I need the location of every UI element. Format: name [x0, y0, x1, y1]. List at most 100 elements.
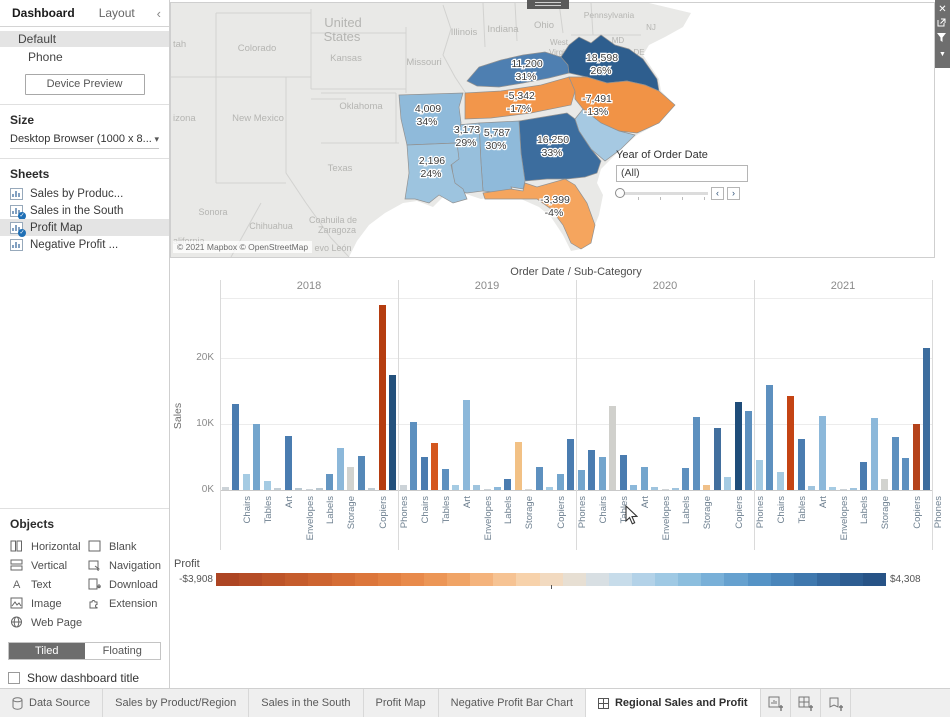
bar-2020-chairs[interactable] — [588, 450, 595, 490]
bar-2021-bookcases[interactable] — [756, 460, 763, 490]
object-item-text[interactable]: AText — [10, 575, 88, 594]
bar-2019-bookcases[interactable] — [400, 485, 407, 490]
tiled-button[interactable]: Tiled — [9, 643, 85, 659]
size-dropdown[interactable]: Desktop Browser (1000 x 8... ▾ — [10, 133, 159, 149]
bar-2021-fasteners[interactable] — [840, 489, 847, 490]
bar-2019-appliances[interactable] — [442, 469, 449, 490]
tab-layout[interactable]: Layout — [87, 6, 147, 20]
bar-2018-machines[interactable] — [379, 305, 386, 490]
bar-2019-tables[interactable] — [431, 443, 438, 490]
new-worksheet-button[interactable] — [761, 689, 791, 717]
object-item-vertical[interactable]: Vertical — [10, 556, 88, 575]
bar-2018-binders[interactable] — [285, 436, 292, 490]
close-icon[interactable]: ✕ — [937, 3, 948, 16]
sheet-item[interactable]: Sales by Produc... — [0, 185, 169, 202]
bar-2019-binders[interactable] — [463, 400, 470, 490]
bar-2018-bookcases[interactable] — [222, 487, 229, 490]
bar-2019-furnishings[interactable] — [421, 457, 428, 490]
bar-2021-phones[interactable] — [923, 348, 930, 490]
bar-2020-accessories[interactable] — [714, 428, 721, 490]
bar-2018-appliances[interactable] — [264, 481, 271, 490]
show-dashboard-title-checkbox[interactable] — [8, 672, 20, 684]
bar-2019-phones[interactable] — [567, 439, 574, 490]
workbook-tab[interactable]: Sales by Product/Region — [103, 689, 249, 717]
bar-2021-accessories[interactable] — [892, 437, 899, 490]
bar-2020-tables[interactable] — [609, 406, 616, 490]
bar-2021-machines[interactable] — [913, 424, 920, 490]
bar-2018-supplies[interactable] — [347, 467, 354, 490]
bar-2021-tables[interactable] — [787, 396, 794, 490]
bar-2019-fasteners[interactable] — [484, 489, 491, 490]
bar-2020-phones[interactable] — [745, 411, 752, 490]
bar-2021-furnishings[interactable] — [777, 472, 784, 490]
device-default-item[interactable]: Default — [0, 31, 169, 47]
bar-2019-envelopes[interactable] — [473, 485, 480, 490]
workbook-tab[interactable]: Data Source — [0, 689, 103, 717]
bar-2021-storage[interactable] — [871, 418, 878, 490]
workbook-tab[interactable]: Profit Map — [364, 689, 439, 717]
legend-gradient-bar[interactable] — [216, 573, 886, 586]
bar-2018-copiers[interactable] — [368, 488, 375, 490]
bar-2020-copiers[interactable] — [724, 477, 731, 490]
profit-color-legend[interactable]: Profit -$3,908 $4,308 — [174, 558, 944, 586]
bar-2018-envelopes[interactable] — [295, 488, 302, 490]
bar-2019-accessories[interactable] — [536, 467, 543, 490]
bar-2018-paper[interactable] — [326, 474, 333, 490]
bar-2018-fasteners[interactable] — [306, 489, 313, 490]
bar-2021-art[interactable] — [808, 486, 815, 490]
use-as-filter-icon[interactable] — [937, 33, 948, 46]
sheet-item[interactable]: Negative Profit ... — [0, 236, 169, 253]
bar-2018-phones[interactable] — [389, 375, 396, 490]
sales-bar-chart[interactable]: Order Date / Sub-Category Sales 0K10K20K… — [170, 262, 950, 558]
device-phone-item[interactable]: Phone — [0, 49, 169, 65]
bar-2018-accessories[interactable] — [358, 456, 365, 490]
workbook-tab[interactable]: Regional Sales and Profit — [586, 689, 761, 717]
bar-2020-binders[interactable] — [641, 467, 648, 490]
bar-2020-appliances[interactable] — [620, 455, 627, 490]
bar-2019-chairs[interactable] — [410, 422, 417, 490]
object-item-webpage[interactable]: Web Page — [10, 613, 88, 632]
slider-track[interactable] — [616, 192, 708, 195]
year-filter-dropdown[interactable]: (All) — [616, 165, 748, 182]
bar-2020-bookcases[interactable] — [578, 470, 585, 490]
bar-2019-machines[interactable] — [557, 474, 564, 491]
bar-2021-binders[interactable] — [819, 416, 826, 490]
slider-handle[interactable] — [615, 188, 625, 198]
workbook-tab[interactable]: Negative Profit Bar Chart — [439, 689, 586, 717]
bar-2019-art[interactable] — [452, 485, 459, 490]
bar-2020-art[interactable] — [630, 485, 637, 490]
slider-prev-button[interactable]: ‹ — [711, 187, 724, 200]
object-item-image[interactable]: Image — [10, 594, 88, 613]
bar-2020-machines[interactable] — [735, 402, 742, 490]
bar-2020-storage[interactable] — [693, 417, 700, 490]
bar-2019-labels[interactable] — [494, 487, 501, 490]
workbook-tab[interactable]: Sales in the South — [249, 689, 363, 717]
sheet-item[interactable]: ✓Sales in the South — [0, 202, 169, 219]
bar-2020-labels[interactable] — [672, 488, 679, 490]
new-dashboard-button[interactable] — [791, 689, 821, 717]
go-to-sheet-icon[interactable] — [937, 18, 948, 31]
bar-2020-paper[interactable] — [682, 468, 689, 490]
bar-2018-furnishings[interactable] — [243, 474, 250, 491]
object-item-extension[interactable]: Extension — [88, 594, 166, 613]
tab-dashboard[interactable]: Dashboard — [0, 6, 87, 20]
map-attribution[interactable]: © 2021 Mapbox © OpenStreetMap — [173, 241, 312, 253]
profit-map[interactable]: UnitedStatestahColoradoKansasMissouriIll… — [171, 3, 935, 257]
object-drag-handle[interactable] — [527, 0, 569, 9]
bar-2021-envelopes[interactable] — [829, 487, 836, 490]
bar-2020-furnishings[interactable] — [599, 457, 606, 490]
bar-2021-paper[interactable] — [860, 462, 867, 490]
bar-2018-storage[interactable] — [337, 448, 344, 490]
bar-2018-labels[interactable] — [316, 488, 323, 490]
more-options-icon[interactable]: ▼ — [937, 48, 948, 61]
device-preview-button[interactable]: Device Preview — [25, 74, 145, 95]
object-item-download[interactable]: Download — [88, 575, 166, 594]
bar-2019-paper[interactable] — [504, 479, 511, 490]
bar-2020-supplies[interactable] — [703, 485, 710, 490]
sheet-item[interactable]: ✓Profit Map — [0, 219, 169, 236]
collapse-pane-icon[interactable]: ‹ — [157, 6, 161, 21]
bar-2020-fasteners[interactable] — [662, 489, 669, 490]
bar-2020-envelopes[interactable] — [651, 487, 658, 490]
bar-2021-appliances[interactable] — [798, 439, 805, 490]
bar-2021-chairs[interactable] — [766, 385, 773, 490]
